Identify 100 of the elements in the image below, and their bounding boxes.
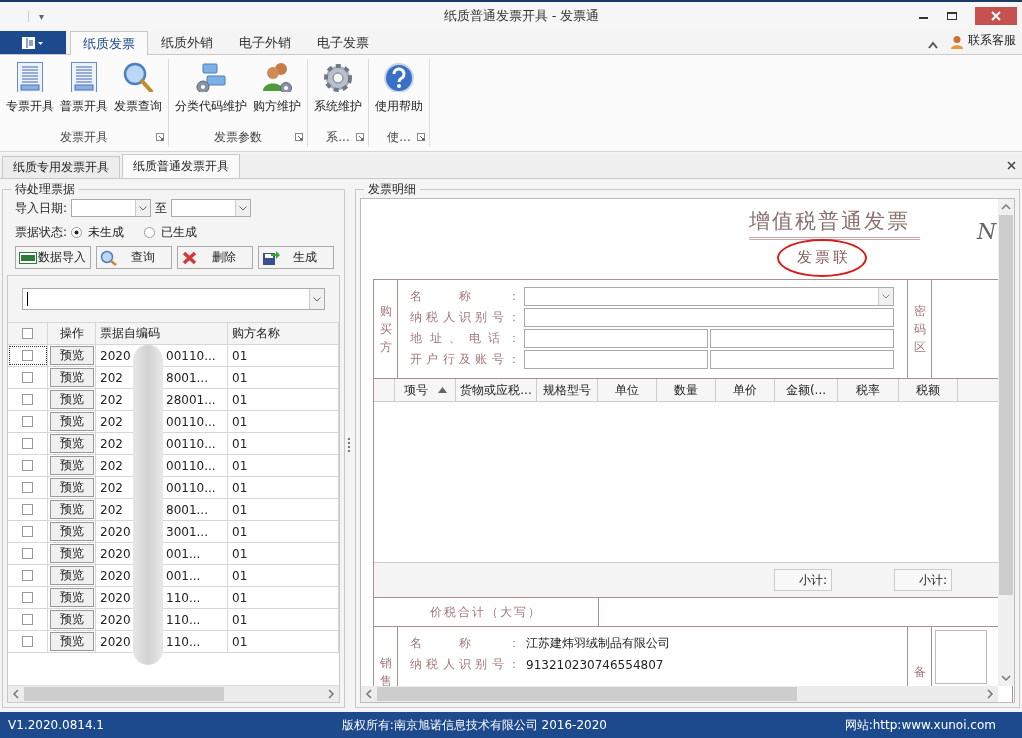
- field-label: 开户行及账号：: [410, 351, 522, 368]
- preview-button[interactable]: 预览: [49, 412, 94, 431]
- ribbon-tab[interactable]: 电子发票: [304, 31, 382, 54]
- menu-icon: [22, 36, 44, 49]
- toolbar-button[interactable]: 查询: [96, 246, 172, 269]
- column-header[interactable]: 票据自编码: [96, 323, 228, 344]
- column-header[interactable]: 货物或应税...: [456, 379, 537, 401]
- column-header[interactable]: 单价: [716, 379, 775, 401]
- row-checkbox[interactable]: [22, 636, 33, 647]
- table-cell: 01: [228, 367, 339, 388]
- row-checkbox[interactable]: [22, 372, 33, 383]
- input-field[interactable]: [710, 350, 894, 369]
- filter-field[interactable]: [22, 288, 325, 310]
- collapse-ribbon-icon[interactable]: [928, 41, 938, 49]
- delete-icon: [181, 249, 199, 266]
- website-text: 网站:http:www.xunoi.com: [844, 716, 996, 734]
- row-checkbox[interactable]: [22, 482, 33, 493]
- table-cell-text: 202: [100, 480, 124, 495]
- row-checkbox[interactable]: [22, 592, 33, 603]
- table-cell: 001...: [166, 568, 201, 583]
- buyer-name-field[interactable]: [524, 287, 894, 306]
- select-all-checkbox[interactable]: [22, 328, 33, 339]
- quick-access-menu[interactable]: ▾: [28, 10, 45, 22]
- row-checkbox[interactable]: [22, 460, 33, 471]
- document-icon: [14, 61, 46, 92]
- remarks-field[interactable]: [935, 630, 987, 684]
- document-tab[interactable]: 纸质专用发票开具: [2, 156, 120, 178]
- ribbon-tab[interactable]: 电子外销: [226, 31, 304, 54]
- toolbar-button[interactable]: 数据导入: [15, 246, 91, 269]
- row-checkbox[interactable]: [22, 548, 33, 559]
- document-tab[interactable]: 纸质普通发票开具: [122, 154, 240, 178]
- preview-button[interactable]: 预览: [49, 346, 94, 365]
- close-button[interactable]: [975, 7, 1017, 25]
- preview-button[interactable]: 预览: [49, 478, 94, 497]
- preview-button[interactable]: 预览: [49, 434, 94, 453]
- panel-title: 发票明细: [364, 181, 420, 198]
- vertical-scrollbar[interactable]: [998, 199, 1014, 686]
- preview-button[interactable]: 预览: [49, 500, 94, 519]
- column-header[interactable]: 操作: [48, 323, 96, 344]
- column-header[interactable]: 金额(...: [775, 379, 838, 401]
- preview-button[interactable]: 预览: [49, 522, 94, 541]
- maximize-icon[interactable]: [947, 11, 957, 21]
- toolbar-button[interactable]: 删除: [177, 246, 253, 269]
- preview-button[interactable]: 预览: [49, 544, 94, 563]
- row-checkbox[interactable]: [22, 570, 33, 581]
- row-checkbox[interactable]: [22, 438, 33, 449]
- row-checkbox[interactable]: [22, 416, 33, 427]
- dialog-launcher-icon[interactable]: [356, 133, 364, 141]
- input-field[interactable]: [524, 329, 708, 348]
- row-checkbox[interactable]: [22, 394, 33, 405]
- table-cell-text: 202: [100, 436, 124, 451]
- person-icon[interactable]: [950, 35, 964, 49]
- contact-support-link[interactable]: 联系客服: [968, 32, 1016, 49]
- ribbon-button[interactable]: 系统维护: [311, 59, 365, 117]
- users-gear-icon: [261, 61, 293, 92]
- ribbon-button[interactable]: 分类代码维护: [172, 59, 250, 117]
- ribbon-tab[interactable]: 纸质发票: [70, 31, 148, 55]
- preview-button[interactable]: 预览: [49, 390, 94, 409]
- ribbon-button[interactable]: 使用帮助: [372, 59, 426, 117]
- table-cell: 110...: [166, 590, 201, 605]
- column-header[interactable]: 规格型号: [537, 379, 598, 401]
- preview-button[interactable]: 预览: [49, 566, 94, 585]
- row-checkbox[interactable]: [22, 504, 33, 515]
- horizontal-scrollbar[interactable]: [8, 685, 339, 702]
- radio-label: 未生成: [88, 223, 125, 241]
- column-header[interactable]: 税额: [899, 379, 958, 401]
- toolbar-button[interactable]: 生成: [258, 246, 334, 269]
- dialog-launcher-icon[interactable]: [295, 133, 303, 141]
- preview-button[interactable]: 预览: [49, 610, 94, 629]
- preview-button[interactable]: 预览: [49, 588, 94, 607]
- input-field[interactable]: [524, 308, 894, 327]
- preview-button[interactable]: 预览: [49, 368, 94, 387]
- dialog-launcher-icon[interactable]: [417, 133, 425, 141]
- row-checkbox[interactable]: [22, 350, 33, 361]
- ribbon-button[interactable]: 专票开具: [3, 59, 57, 117]
- close-icon[interactable]: [1007, 161, 1016, 170]
- preview-button[interactable]: 预览: [49, 456, 94, 475]
- ribbon-button[interactable]: 购方维护: [250, 59, 304, 117]
- ribbon-button[interactable]: 发票查询: [111, 59, 165, 117]
- radio-button[interactable]: [144, 226, 156, 238]
- column-header[interactable]: 税率: [838, 379, 899, 401]
- row-checkbox[interactable]: [22, 614, 33, 625]
- row-checkbox[interactable]: [22, 526, 33, 537]
- column-header[interactable]: 项号: [395, 379, 456, 401]
- horizontal-scrollbar[interactable]: [361, 686, 998, 702]
- column-header[interactable]: 单位: [598, 379, 657, 401]
- table-cell-text: 202: [100, 392, 124, 407]
- radio-button[interactable]: [71, 226, 83, 238]
- copyright-text: 版权所有:南京旭诺信息技术有限公司 2016-2020: [341, 716, 607, 734]
- ribbon-button[interactable]: 普票开具: [57, 59, 111, 117]
- column-header[interactable]: 数量: [657, 379, 716, 401]
- input-field[interactable]: [524, 350, 708, 369]
- start-date-field[interactable]: [71, 199, 152, 217]
- app-menu-button[interactable]: [0, 31, 66, 54]
- column-header[interactable]: 购方名称: [228, 323, 339, 344]
- dialog-launcher-icon[interactable]: [156, 133, 164, 141]
- ribbon-tab[interactable]: 纸质外销: [148, 31, 226, 54]
- input-field[interactable]: [710, 329, 894, 348]
- preview-button[interactable]: 预览: [49, 632, 94, 651]
- end-date-field[interactable]: [171, 199, 252, 217]
